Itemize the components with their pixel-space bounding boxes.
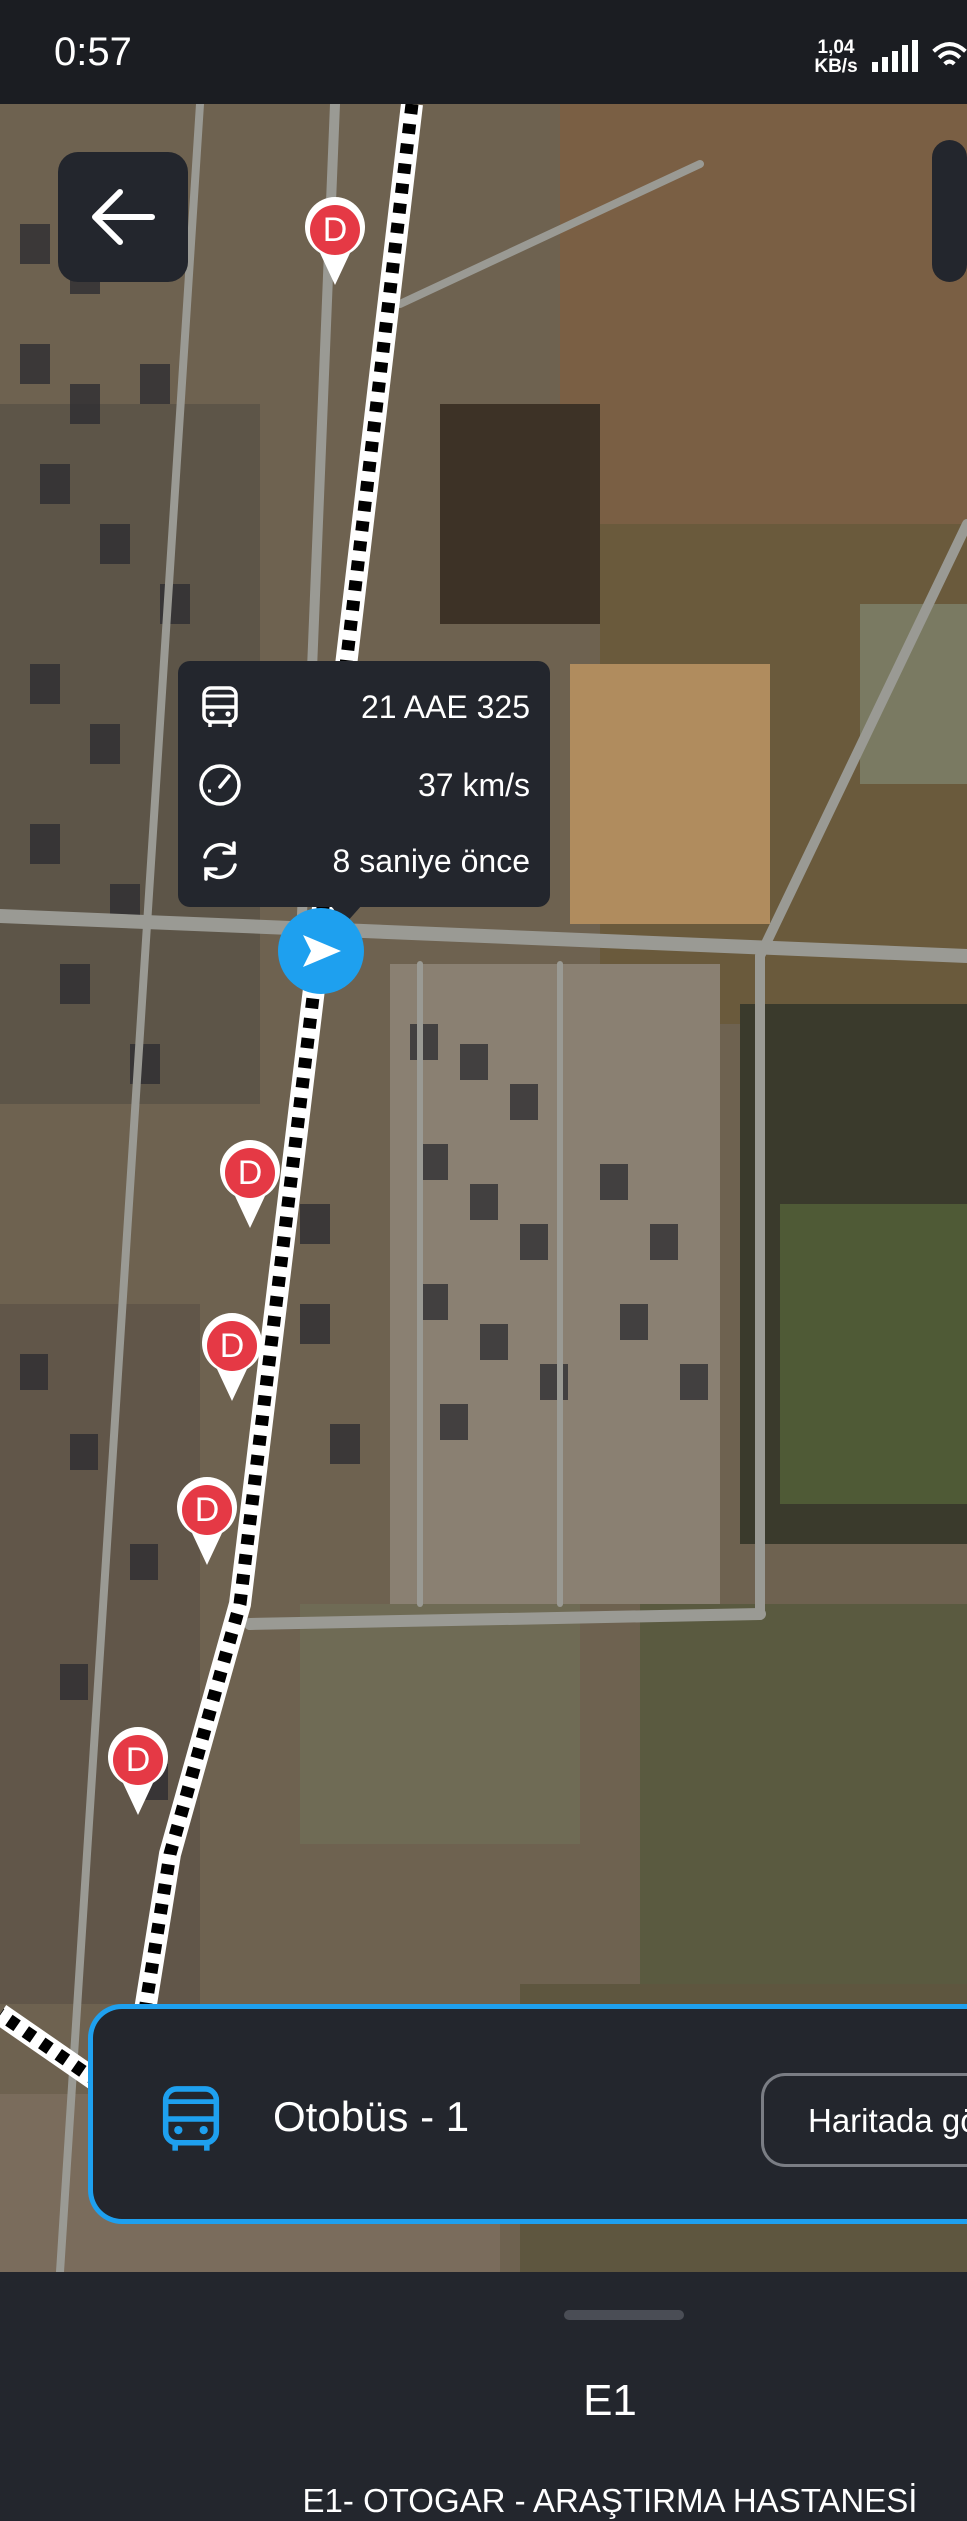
route-code: E1 — [583, 2376, 637, 2425]
network-speed-value: 1,04 — [817, 37, 855, 58]
network-speed: 1,04 KB/s — [810, 38, 862, 76]
bus-card-title: Otobüs - 1 — [273, 2093, 470, 2140]
bus-card[interactable]: Otobüs - 1 Haritada gö — [88, 2004, 967, 2224]
navigation-arrow-icon — [303, 935, 341, 967]
drag-handle[interactable] — [563, 2310, 684, 2320]
wifi-icon — [932, 42, 967, 66]
signal-bars-icon — [872, 40, 918, 72]
stop-marker-label: D — [125, 1741, 151, 1779]
bus-speed-row: 37 km/s — [178, 747, 550, 821]
network-speed-unit: KB/s — [814, 56, 858, 77]
status-bar: 0:57 1,04 KB/s — [0, 0, 967, 104]
bus-stop-marker[interactable]: D — [199, 1313, 265, 1403]
bus-icon — [162, 2086, 220, 2151]
status-time: 0:57 — [54, 30, 132, 74]
route-bottom-sheet[interactable]: E1 E1- OTOGAR - ARAŞTIRMA HASTANESİ — [0, 2272, 967, 2521]
bus-stop-marker[interactable]: D — [174, 1477, 240, 1567]
bus-speed: 37 km/s — [417, 767, 530, 803]
bus-icon — [202, 686, 238, 727]
bus-plate-row: 21 AAE 325 — [178, 669, 550, 743]
bus-updated-row: 8 saniye önce — [178, 823, 550, 897]
show-on-map-label: Haritada gö — [808, 2102, 967, 2139]
stop-marker-label: D — [219, 1327, 245, 1365]
bus-stop-marker[interactable]: D — [217, 1140, 283, 1230]
satellite-map[interactable] — [0, 104, 967, 2272]
speedometer-icon — [199, 764, 241, 806]
route-name: E1- OTOGAR - ARAŞTIRMA HASTANESİ — [302, 2482, 918, 2519]
layer-toggle-button[interactable] — [932, 140, 967, 282]
bus-plate: 21 AAE 325 — [360, 689, 530, 725]
bus-stop-marker[interactable]: D — [105, 1727, 171, 1817]
refresh-icon — [203, 841, 237, 881]
bus-location-marker[interactable] — [278, 908, 364, 994]
back-button[interactable] — [58, 152, 188, 282]
stop-marker-label: D — [194, 1491, 220, 1529]
stop-marker-label: D — [322, 211, 348, 249]
show-on-map-button[interactable]: Haritada gö — [761, 2073, 967, 2167]
arrow-left-icon — [92, 189, 155, 245]
bus-last-update: 8 saniye önce — [332, 843, 530, 879]
map-view[interactable]: D D D D D — [0, 104, 967, 2272]
bus-stop-marker[interactable]: D — [302, 197, 368, 287]
bus-info-popup: 21 AAE 325 37 km/s 8 saniye önce — [178, 661, 550, 907]
stop-marker-label: D — [237, 1154, 263, 1192]
